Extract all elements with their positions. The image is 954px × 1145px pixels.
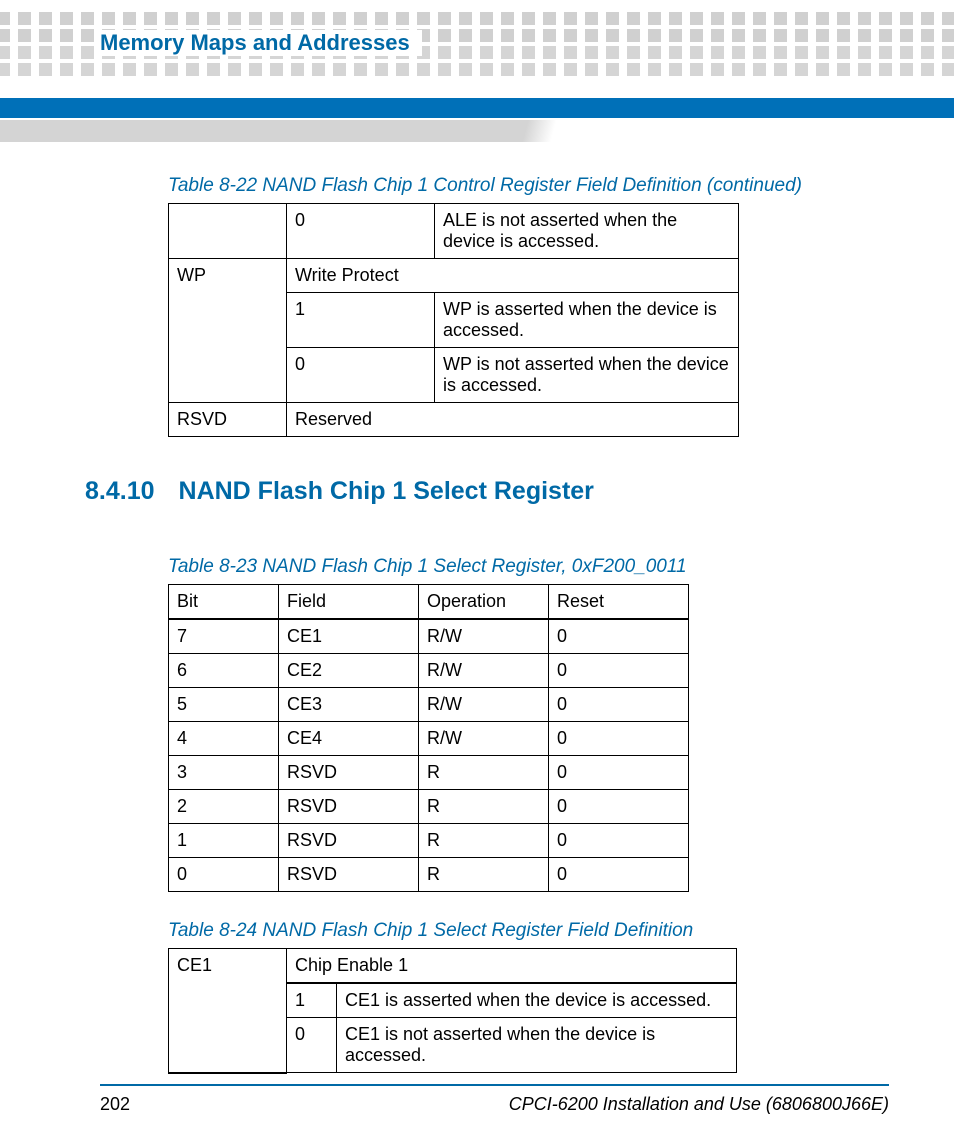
section-title: NAND Flash Chip 1 Select Register <box>179 477 594 506</box>
table-822-caption: Table 8-22 NAND Flash Chip 1 Control Reg… <box>168 175 854 197</box>
header-gray-wedge <box>0 120 954 142</box>
doc-id: CPCI-6200 Installation and Use (6806800J… <box>509 1094 889 1115</box>
table-row: 7CE1R/W0 <box>169 619 689 654</box>
table-823: Bit Field Operation Reset 7CE1R/W0 6CE2R… <box>168 584 689 892</box>
table-row: 2RSVDR0 <box>169 790 689 824</box>
table-row: WP Write Protect <box>169 259 739 293</box>
page-footer: 202 CPCI-6200 Installation and Use (6806… <box>100 1084 889 1115</box>
table-823-caption: Table 8-23 NAND Flash Chip 1 Select Regi… <box>168 556 854 578</box>
table-row: 5CE3R/W0 <box>169 688 689 722</box>
table-row: 0 ALE is not asserted when the device is… <box>169 204 739 259</box>
table-row: 6CE2R/W0 <box>169 654 689 688</box>
table-row: RSVD Reserved <box>169 403 739 437</box>
table-822: 0 ALE is not asserted when the device is… <box>168 203 739 437</box>
table-824: CE1 Chip Enable 1 1 CE1 is asserted when… <box>168 948 737 1074</box>
section-number: 8.4.10 <box>85 477 155 506</box>
section-heading: 8.4.10 NAND Flash Chip 1 Select Register <box>85 477 854 506</box>
header-blue-bar <box>0 98 954 118</box>
table-row: 0RSVDR0 <box>169 858 689 892</box>
table-row: 4CE4R/W0 <box>169 722 689 756</box>
table-row: CE1 Chip Enable 1 <box>169 949 737 984</box>
table-row: 1RSVDR0 <box>169 824 689 858</box>
table-row: 3RSVDR0 <box>169 756 689 790</box>
table-824-caption: Table 8-24 NAND Flash Chip 1 Select Regi… <box>168 920 854 942</box>
chapter-title: Memory Maps and Addresses <box>100 30 410 55</box>
chapter-title-wrap: Memory Maps and Addresses <box>100 30 422 56</box>
table-header-row: Bit Field Operation Reset <box>169 585 689 620</box>
page-number: 202 <box>100 1094 130 1115</box>
